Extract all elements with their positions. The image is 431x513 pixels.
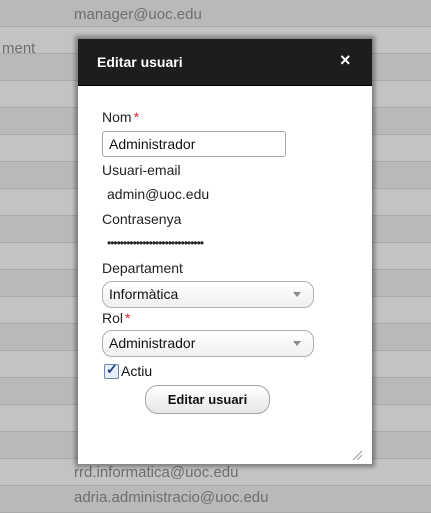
dialog-title: Editar usuari: [97, 54, 183, 70]
resize-handle-icon[interactable]: [349, 448, 363, 460]
edit-user-dialog: Editar usuari × Nom* Usuari-email admin@…: [78, 39, 372, 464]
background-email: manager@uoc.edu: [74, 6, 202, 23]
department-select[interactable]: Informàtica: [102, 281, 314, 308]
email-label: Usuari-email: [102, 162, 181, 178]
department-label: Departament: [102, 260, 183, 276]
password-label: Contrasenya: [102, 211, 182, 227]
dialog-header[interactable]: Editar usuari ×: [78, 39, 372, 86]
required-marker: *: [125, 310, 131, 326]
role-select[interactable]: Administrador: [102, 330, 314, 357]
close-icon[interactable]: ×: [340, 50, 351, 71]
role-selected-value: Administrador: [109, 335, 196, 351]
email-value: admin@uoc.edu: [107, 186, 210, 202]
password-field[interactable]: ••••••••••••••••••••••••••••••: [107, 236, 204, 250]
chevron-down-icon: [293, 341, 301, 346]
checkmark-icon: ✓: [106, 361, 118, 377]
active-checkbox[interactable]: ✓: [104, 361, 119, 379]
department-selected-value: Informàtica: [109, 286, 179, 302]
nom-input[interactable]: [102, 131, 286, 157]
active-label: Actiu: [121, 363, 153, 379]
table-row: [0, 0, 431, 27]
chevron-down-icon: [293, 292, 301, 297]
required-marker: *: [133, 109, 140, 125]
background-column-label: ment: [2, 40, 36, 57]
background-email: adria.administracio@uoc.edu: [74, 489, 269, 506]
nom-label: Nom *: [102, 109, 140, 125]
role-label: Rol *: [102, 310, 131, 326]
background-email: rrd.informatica@uoc.edu: [74, 464, 239, 481]
edit-user-button[interactable]: Editar usuari: [145, 385, 270, 414]
